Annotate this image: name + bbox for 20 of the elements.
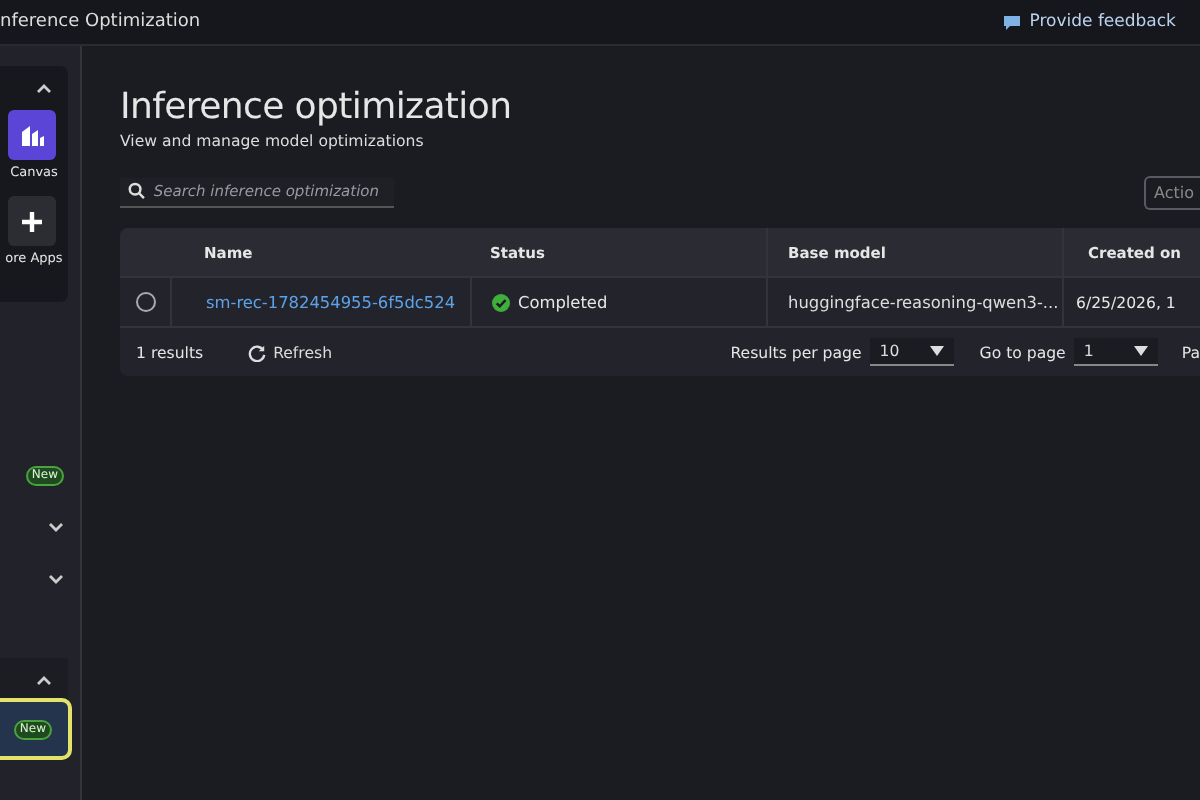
plus-icon[interactable] <box>8 196 56 246</box>
chevron-icon[interactable] <box>48 574 64 586</box>
chat-bubble-icon <box>1001 13 1022 31</box>
feedback-link[interactable]: Provide feedback <box>997 12 1180 32</box>
canvas-app-icon[interactable] <box>8 110 56 160</box>
search-icon <box>128 182 146 200</box>
refresh-icon <box>247 343 266 361</box>
dropdown-icon <box>929 346 944 356</box>
table-cell: huggingface-reasoning-qwen3-... <box>788 292 1059 312</box>
check-circle-icon <box>492 293 510 311</box>
actions-button[interactable]: Actio <box>1144 175 1200 209</box>
chevron-icon[interactable] <box>36 674 52 686</box>
chevron-icon[interactable] <box>48 522 64 534</box>
dropdown-icon <box>1133 346 1148 356</box>
chevron-icon[interactable] <box>36 82 52 94</box>
radio-button[interactable] <box>135 292 155 312</box>
status-text: Completed <box>518 292 608 312</box>
heading: Inference optimization <box>120 86 514 128</box>
name-link[interactable]: sm-rec-1782454955-6f5dc524 <box>206 292 456 312</box>
page-title: nference Optimization <box>0 12 201 32</box>
